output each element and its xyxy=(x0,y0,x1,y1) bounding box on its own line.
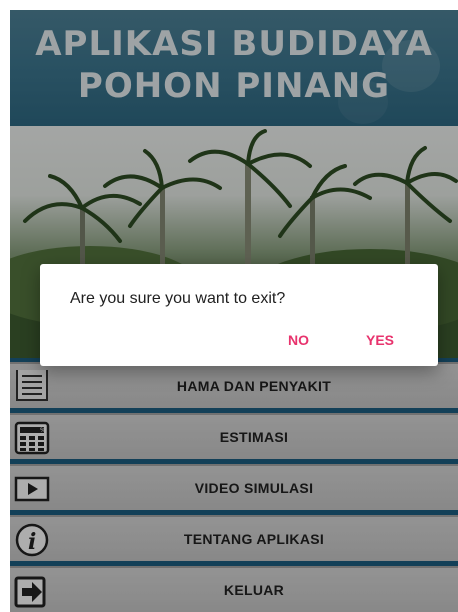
dialog-message: Are you sure you want to exit? xyxy=(70,290,286,307)
yes-button[interactable]: YES xyxy=(366,332,394,348)
exit-confirm-dialog: Are you sure you want to exit? NO YES xyxy=(40,264,438,366)
no-button[interactable]: NO xyxy=(288,332,309,348)
app-screen: APLIKASI BUDIDAYA POHON PINANG HAMA DAN … xyxy=(10,10,458,612)
